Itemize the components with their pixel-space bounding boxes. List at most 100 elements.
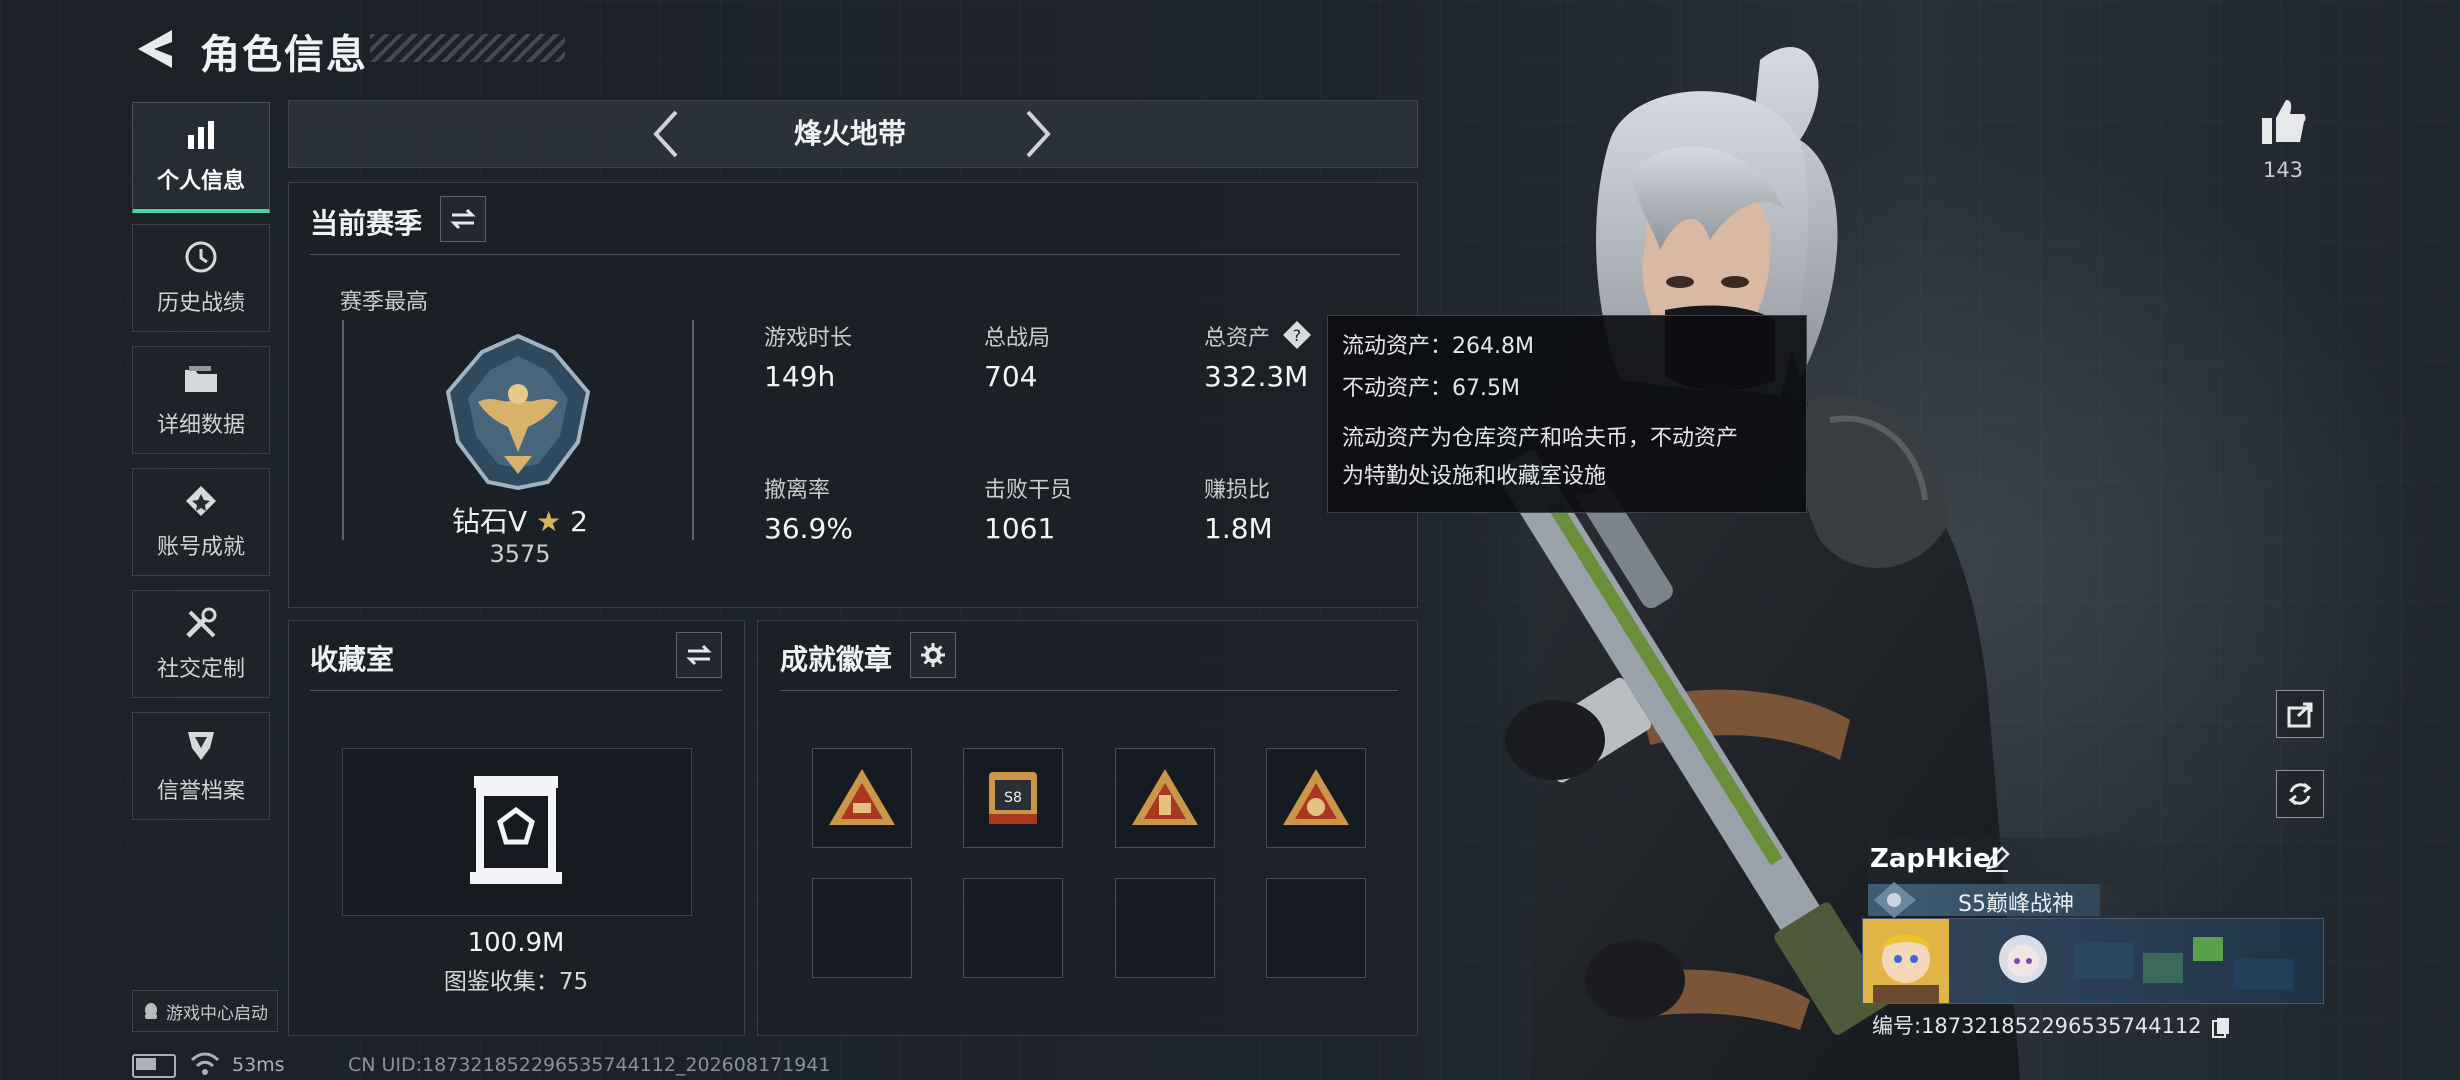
badge-slot-empty[interactable] — [812, 878, 912, 978]
bar-chart-icon — [183, 117, 219, 153]
sidebar-item-history[interactable]: 历史战绩 — [132, 224, 270, 332]
sidebar-item-achievements[interactable]: 账号成就 — [132, 468, 270, 576]
badge-slot[interactable]: S8 — [963, 748, 1063, 848]
s8-badge-text: S8 — [1004, 790, 1022, 806]
title-decoration — [370, 34, 565, 62]
stat-label-profit-loss: 赚损比 — [1204, 478, 1271, 503]
collection-divider — [310, 690, 722, 691]
stat-label-operators-defeated: 击败干员 — [984, 478, 1073, 503]
badge-slot-empty[interactable] — [1266, 878, 1366, 978]
badge-slot-empty[interactable] — [963, 878, 1063, 978]
stat-value-operators-defeated: 1061 — [984, 512, 1056, 545]
like-count: 143 — [2262, 158, 2304, 182]
sidebar-item-detailed-data[interactable]: 详细数据 — [132, 346, 270, 454]
player-id-text: 编号:187321852296535744112 — [1872, 1014, 2202, 1038]
sidebar-item-social-custom[interactable]: 社交定制 — [132, 590, 270, 698]
tooltip-fixed-assets: 不动资产：67.5M — [1342, 376, 1520, 401]
pyramid-badge-icon — [1132, 769, 1198, 825]
player-id: 编号:187321852296535744112 — [1872, 1010, 2230, 1040]
rank-points: 3575 — [489, 540, 551, 568]
uid-text: CN UID:187321852296535744112_20260817194… — [348, 1054, 831, 1076]
season-switch-button[interactable] — [440, 196, 486, 242]
wifi-icon — [190, 1052, 220, 1075]
gear-icon — [921, 643, 945, 667]
tooltip-liquid-assets: 流动资产：264.8M — [1342, 334, 1534, 359]
sidebar-item-label: 信誉档案 — [156, 779, 245, 804]
stat-value-total-matches: 704 — [984, 360, 1038, 393]
badge-slot-empty[interactable] — [1115, 878, 1215, 978]
profile-name-bar: ZapHkiel — [1868, 838, 2188, 884]
badge-slot[interactable] — [812, 748, 912, 848]
credit-shield-icon — [183, 727, 219, 763]
page-title: 角色信息 — [200, 32, 368, 78]
assets-help-icon[interactable]: ? — [1282, 320, 1312, 350]
tools-icon — [183, 605, 219, 641]
collection-vault-icon — [470, 776, 562, 884]
like-thumb-icon[interactable] — [2258, 96, 2308, 146]
achievement-medal-icon — [183, 483, 219, 519]
ping-value: 53ms — [232, 1054, 285, 1076]
season-divider — [310, 254, 1400, 255]
badges-settings-button[interactable] — [910, 632, 956, 678]
stat-label-playtime: 游戏时长 — [764, 326, 853, 351]
stat-label-extraction-rate: 撤离率 — [764, 478, 831, 503]
sidebar-item-personal-info[interactable]: 个人信息 — [132, 102, 270, 213]
mode-selector-label: 烽火地带 — [793, 117, 906, 150]
badge-slot[interactable] — [1115, 748, 1215, 848]
battery-icon — [132, 1054, 176, 1078]
badges-divider — [780, 690, 1398, 691]
refresh-button[interactable] — [2276, 770, 2324, 818]
folder-icon — [183, 361, 219, 397]
profile-banner-card[interactable] — [1862, 918, 2324, 1004]
player-name: ZapHkiel — [1870, 844, 2000, 874]
season-title: 当前赛季 — [310, 207, 423, 240]
s8-season-badge-icon: S8 — [989, 772, 1037, 824]
assets-tooltip: 流动资产：264.8M 不动资产：67.5M 流动资产为仓库资产和哈夫币，不动资… — [1327, 315, 1807, 513]
collection-value: 100.9M — [467, 928, 565, 958]
sidebar-item-label: 账号成就 — [156, 535, 245, 560]
next-mode-arrow-icon[interactable] — [1024, 110, 1054, 158]
collection-catalog: 图鉴收集：75 — [443, 969, 589, 995]
sidebar-item-label: 个人信息 — [156, 169, 245, 194]
history-clock-icon — [183, 239, 219, 275]
game-center-label: 游戏中心启动 — [166, 1003, 268, 1024]
prev-mode-arrow-icon[interactable] — [650, 110, 680, 158]
stat-label-total-matches: 总战局 — [984, 326, 1051, 351]
back-arrow-icon[interactable] — [132, 26, 176, 72]
share-icon — [2287, 702, 2313, 728]
stat-value-playtime: 149h — [764, 360, 836, 393]
qq-icon — [145, 1003, 157, 1019]
swap-icon — [686, 644, 712, 666]
stat-label-total-assets: 总资产 — [1204, 326, 1271, 351]
tooltip-desc-line1: 流动资产为仓库资产和哈夫币，不动资产 — [1342, 426, 1739, 451]
collection-title: 收藏室 — [310, 643, 395, 676]
player-avatar — [1863, 919, 1949, 1003]
rank-name-line: 钻石V ★ 2 — [440, 500, 600, 540]
swap-icon — [450, 208, 476, 230]
sidebar-item-label: 详细数据 — [156, 413, 245, 438]
refresh-icon — [2288, 782, 2312, 806]
svg-text:?: ? — [1293, 326, 1302, 345]
sidebar-item-credit-record[interactable]: 信誉档案 — [132, 712, 270, 820]
sidebar-item-label: 社交定制 — [156, 657, 245, 682]
rank-name: 钻石V — [452, 505, 528, 538]
tooltip-desc-line2: 为特勤处设施和收藏室设施 — [1342, 464, 1607, 489]
sidebar-item-label: 历史战绩 — [156, 291, 245, 316]
diamond-rank-emblem-icon — [445, 333, 591, 491]
copy-icon[interactable] — [2212, 1016, 2230, 1038]
season-title-text: S5巅峰战神 — [1958, 892, 2074, 917]
share-button[interactable] — [2276, 690, 2324, 738]
stat-value-extraction-rate: 36.9% — [764, 512, 853, 545]
season-title-banner: S5巅峰战神 — [1868, 882, 2100, 918]
title-emblem-icon — [1874, 882, 1916, 918]
badges-title: 成就徽章 — [780, 643, 893, 676]
game-center-launch-button[interactable]: 游戏中心启动 — [132, 990, 278, 1032]
collection-switch-button[interactable] — [676, 632, 722, 678]
pyramid-badge-icon — [829, 769, 895, 825]
edit-pencil-icon[interactable] — [1984, 846, 2010, 872]
season-best-label: 赛季最高 — [340, 290, 429, 315]
badge-slot[interactable] — [1266, 748, 1366, 848]
rank-star-icon: ★ — [536, 505, 562, 538]
pyramid-badge-icon — [1283, 769, 1349, 825]
rank-stars: 2 — [570, 505, 588, 538]
